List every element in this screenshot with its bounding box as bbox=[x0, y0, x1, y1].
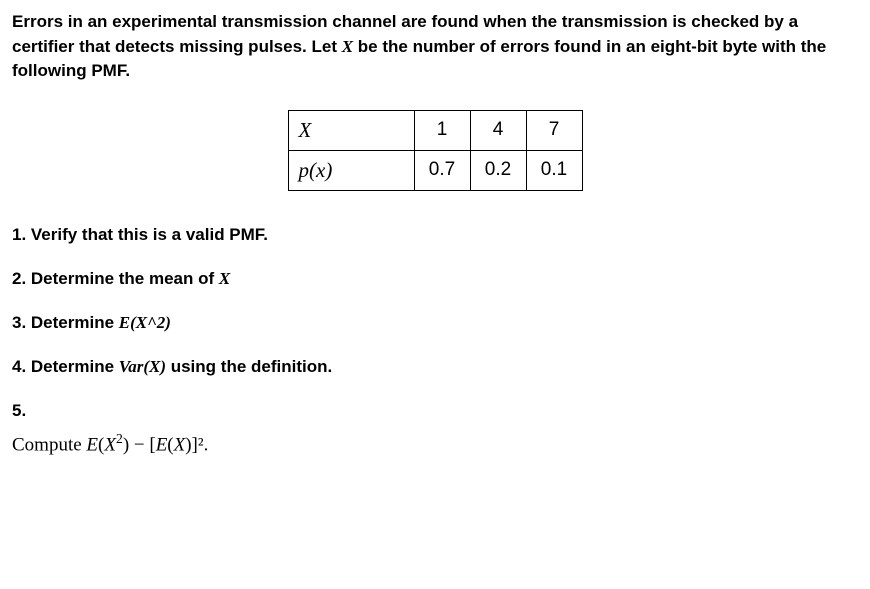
pmf-table: X 1 4 7 p(x) 0.7 0.2 0.1 bbox=[288, 110, 583, 191]
formula-e2: E bbox=[156, 434, 168, 455]
formula-x1: X bbox=[104, 434, 116, 455]
q4-prefix: 4. Determine bbox=[12, 357, 119, 376]
x-value: 1 bbox=[414, 110, 470, 150]
formula-x2: X bbox=[174, 434, 186, 455]
problem-variable: X bbox=[342, 37, 353, 56]
problem-statement: Errors in an experimental transmission c… bbox=[12, 10, 858, 84]
q5-formula: Compute E(X2) − [E(X)]². bbox=[12, 431, 858, 456]
table-row: p(x) 0.7 0.2 0.1 bbox=[288, 150, 582, 190]
formula-sup2: 2 bbox=[116, 431, 123, 446]
compute-label: Compute bbox=[12, 434, 86, 455]
question-5: 5. Compute E(X2) − [E(X)]². bbox=[12, 401, 858, 456]
question-3: 3. Determine E(X^2) bbox=[12, 313, 858, 333]
q4-suffix: using the definition. bbox=[166, 357, 332, 376]
formula-close: )]². bbox=[185, 434, 208, 455]
x-value: 7 bbox=[526, 110, 582, 150]
formula-minus: − [ bbox=[129, 434, 156, 455]
q2-variable: X bbox=[219, 269, 230, 288]
question-2: 2. Determine the mean of X bbox=[12, 269, 858, 289]
table-row: X 1 4 7 bbox=[288, 110, 582, 150]
q2-prefix: 2. Determine the mean of bbox=[12, 269, 219, 288]
x-value: 4 bbox=[470, 110, 526, 150]
p-value: 0.1 bbox=[526, 150, 582, 190]
q4-expression: Var(X) bbox=[119, 357, 166, 376]
q3-prefix: 3. Determine bbox=[12, 313, 119, 332]
p-value: 0.7 bbox=[414, 150, 470, 190]
question-4: 4. Determine Var(X) using the definition… bbox=[12, 357, 858, 377]
question-list: 1. Verify that this is a valid PMF. 2. D… bbox=[12, 225, 858, 456]
question-1: 1. Verify that this is a valid PMF. bbox=[12, 225, 858, 245]
row-label-x: X bbox=[288, 110, 414, 150]
document-page: Errors in an experimental transmission c… bbox=[0, 0, 870, 490]
p-value: 0.2 bbox=[470, 150, 526, 190]
row-label-px: p(x) bbox=[288, 150, 414, 190]
q5-number: 5. bbox=[12, 401, 26, 420]
formula-e1: E bbox=[86, 434, 98, 455]
q3-expression: E(X^2) bbox=[119, 313, 171, 332]
